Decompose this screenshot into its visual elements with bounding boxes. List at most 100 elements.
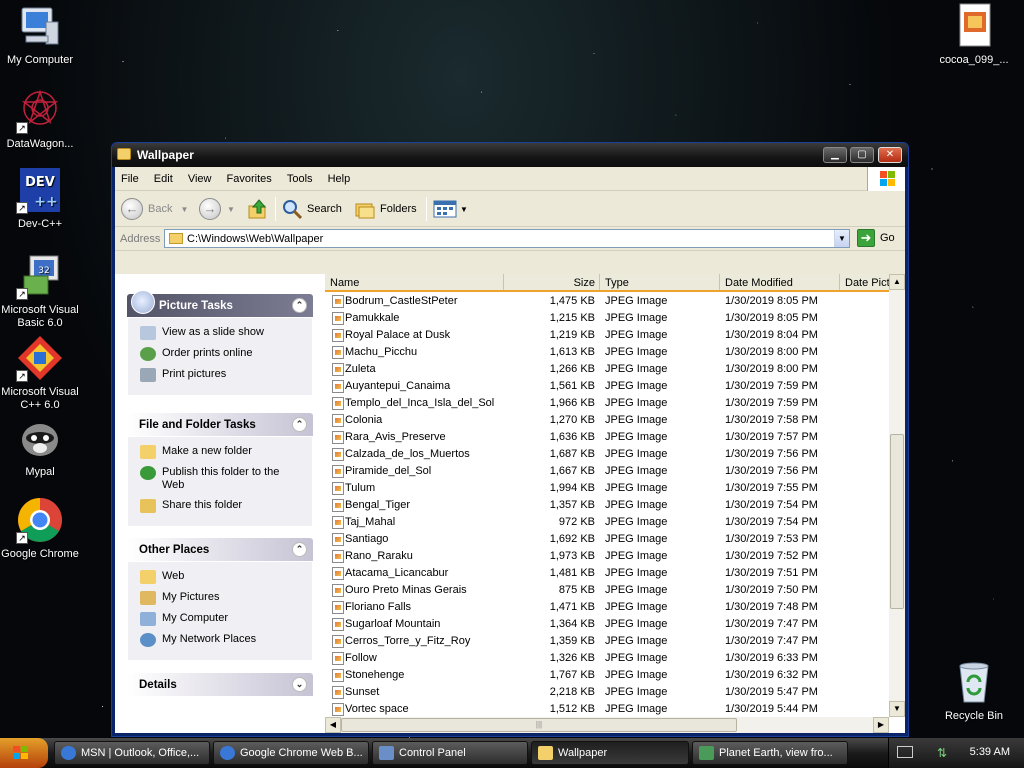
scroll-left-button[interactable]: ◀ bbox=[325, 717, 341, 733]
desktop-icon-mypal[interactable]: Mypal bbox=[0, 414, 80, 479]
task-publish-web[interactable]: Publish this folder to the Web bbox=[140, 466, 304, 492]
close-button[interactable]: ✕ bbox=[878, 147, 902, 163]
network-tray-icon[interactable]: ⇅ bbox=[937, 746, 951, 760]
column-name[interactable]: Name bbox=[325, 274, 504, 290]
taskbar-control-panel[interactable]: Control Panel bbox=[372, 741, 528, 765]
column-type[interactable]: Type bbox=[600, 274, 720, 290]
menu-tools[interactable]: Tools bbox=[281, 167, 319, 185]
collapse-icon[interactable]: ⌃ bbox=[292, 298, 307, 313]
file-type: JPEG Image bbox=[605, 533, 668, 545]
other-places-title: Other Places bbox=[139, 544, 210, 556]
file-row[interactable]: Rara_Avis_Preserve 1,636 KB JPEG Image 1/30… bbox=[325, 429, 891, 446]
window-titlebar[interactable]: Wallpaper ▁ ▢ ✕ bbox=[112, 143, 908, 167]
desktop-icon-datawagon[interactable]: ↗ DataWagon... bbox=[0, 86, 80, 151]
file-row[interactable]: Santiago 1,692 KB JPEG Image 1/30/2019 7:53… bbox=[325, 531, 891, 548]
task-share-folder[interactable]: Share this folder bbox=[140, 499, 304, 513]
clock[interactable]: 5:39 AM bbox=[970, 746, 1010, 758]
desktop-icon-vb6[interactable]: 32 ↗ Microsoft Visual Basic 6.0 bbox=[0, 252, 80, 330]
place-web[interactable]: Web bbox=[140, 570, 304, 584]
column-date-modified[interactable]: Date Modified bbox=[720, 274, 840, 290]
collapse-icon[interactable]: ⌃ bbox=[292, 417, 307, 432]
picture-tasks-header[interactable]: Picture Tasks ⌃ bbox=[127, 290, 313, 317]
address-input[interactable]: C:\Windows\Web\Wallpaper ▼ bbox=[164, 229, 850, 248]
folders-button[interactable]: Folders bbox=[354, 197, 417, 221]
chevron-down-icon[interactable]: ▼ bbox=[460, 205, 468, 214]
task-slideshow[interactable]: View as a slide show bbox=[140, 326, 304, 340]
menu-help[interactable]: Help bbox=[322, 167, 357, 185]
menu-view[interactable]: View bbox=[182, 167, 218, 185]
desktop-icon-recycle-bin[interactable]: Recycle Bin bbox=[934, 658, 1014, 723]
forward-button[interactable]: → ▼ bbox=[199, 197, 235, 221]
column-date-picture[interactable]: Date Pict bbox=[840, 274, 891, 290]
file-row[interactable]: Stonehenge 1,767 KB JPEG Image 1/30/2019 6:… bbox=[325, 667, 891, 684]
file-row[interactable]: Vortec space 1,512 KB JPEG Image 1/30/2019 … bbox=[325, 701, 891, 718]
ie-icon bbox=[61, 746, 76, 760]
desktop-icon-dev-cpp[interactable]: DEV ++ ↗ Dev-C++ bbox=[0, 166, 80, 231]
vertical-scroll-thumb[interactable] bbox=[890, 434, 904, 609]
place-my-pictures[interactable]: My Pictures bbox=[140, 591, 304, 605]
file-row[interactable]: Rano_Raraku 1,973 KB JPEG Image 1/30/2019 7… bbox=[325, 548, 891, 565]
file-row[interactable]: Machu_Picchu 1,613 KB JPEG Image 1/30/2019 … bbox=[325, 344, 891, 361]
details-header[interactable]: Details ⌄ bbox=[127, 673, 313, 696]
desktop-icon-cocoa-file[interactable]: cocoa_099_... bbox=[934, 2, 1014, 67]
desktop-icon-vc6[interactable]: ↗ Microsoft Visual C++ 6.0 bbox=[0, 334, 80, 412]
back-button[interactable]: ← Back ▼ bbox=[121, 197, 188, 221]
scroll-up-button[interactable]: ▲ bbox=[889, 274, 905, 290]
file-row[interactable]: Piramide_del_Sol 1,667 KB JPEG Image 1/30/2… bbox=[325, 463, 891, 480]
start-button[interactable] bbox=[0, 738, 48, 768]
file-row[interactable]: Templo_del_Inca_Isla_del_Sol 1,966 KB JPEG… bbox=[325, 395, 891, 412]
file-row[interactable]: Taj_Mahal 972 KB JPEG Image 1/30/2019 7:54 … bbox=[325, 514, 891, 531]
minimize-button[interactable]: ▁ bbox=[823, 147, 847, 163]
column-size[interactable]: Size bbox=[504, 274, 600, 290]
file-row[interactable]: Sugarloaf Mountain 1,364 KB JPEG Image 1/30… bbox=[325, 616, 891, 633]
file-row[interactable]: Follow 1,326 KB JPEG Image 1/30/2019 6:33 P… bbox=[325, 650, 891, 667]
desktop-icon-my-computer[interactable]: My Computer bbox=[0, 2, 80, 67]
file-row[interactable]: Pamukkale 1,215 KB JPEG Image 1/30/2019 8:0… bbox=[325, 310, 891, 327]
collapse-icon[interactable]: ⌃ bbox=[292, 542, 307, 557]
vertical-scrollbar[interactable]: ▲ ▼ bbox=[889, 274, 905, 717]
file-row[interactable]: Cerros_Torre_y_Fitz_Roy 1,359 KB JPEG Imag… bbox=[325, 633, 891, 650]
menu-edit[interactable]: Edit bbox=[148, 167, 179, 185]
file-type: JPEG Image bbox=[605, 397, 668, 409]
scroll-right-button[interactable]: ▶ bbox=[873, 717, 889, 733]
address-dropdown-button[interactable]: ▼ bbox=[834, 230, 849, 247]
file-row[interactable]: Zuleta 1,266 KB JPEG Image 1/30/2019 8:00 P… bbox=[325, 361, 891, 378]
keyboard-icon[interactable] bbox=[897, 746, 913, 758]
taskbar-msn[interactable]: MSN | Outlook, Office,... bbox=[54, 741, 210, 765]
file-row[interactable]: Ouro Preto Minas Gerais 875 KB JPEG Image 1… bbox=[325, 582, 891, 599]
file-row[interactable]: Floriano Falls 1,471 KB JPEG Image 1/30/201… bbox=[325, 599, 891, 616]
menu-favorites[interactable]: Favorites bbox=[221, 167, 278, 185]
file-row[interactable]: Tulum 1,994 KB JPEG Image 1/30/2019 7:55 PM bbox=[325, 480, 891, 497]
desktop-icon-google-chrome[interactable]: ↗ Google Chrome bbox=[0, 496, 80, 561]
taskbar-wallpaper[interactable]: Wallpaper bbox=[531, 741, 689, 765]
place-my-computer[interactable]: My Computer bbox=[140, 612, 304, 626]
file-row[interactable]: Bengal_Tiger 1,357 KB JPEG Image 1/30/2019 … bbox=[325, 497, 891, 514]
chevron-down-icon[interactable]: ▼ bbox=[227, 205, 235, 214]
menu-file[interactable]: File bbox=[115, 167, 145, 185]
file-row[interactable]: Bodrum_CastleStPeter 1,475 KB JPEG Image 1/… bbox=[325, 293, 891, 310]
other-places-header[interactable]: Other Places ⌃ bbox=[127, 538, 313, 561]
file-row[interactable]: Calzada_de_los_Muertos 1,687 KB JPEG Image… bbox=[325, 446, 891, 463]
file-row[interactable]: Royal Palace at Dusk 1,219 KB JPEG Image 1/… bbox=[325, 327, 891, 344]
file-row[interactable]: Auyantepui_Canaima 1,561 KB JPEG Image 1/30… bbox=[325, 378, 891, 395]
place-network[interactable]: My Network Places bbox=[140, 633, 304, 647]
search-button[interactable]: Search bbox=[281, 197, 342, 221]
task-print-pictures[interactable]: Print pictures bbox=[140, 368, 304, 382]
task-new-folder[interactable]: Make a new folder bbox=[140, 445, 304, 459]
go-button[interactable]: ➜ Go bbox=[857, 229, 895, 247]
taskbar-chrome[interactable]: Google Chrome Web B... bbox=[213, 741, 369, 765]
file-folder-tasks-header[interactable]: File and Folder Tasks ⌃ bbox=[127, 413, 313, 436]
file-row[interactable]: Sunset 2,218 KB JPEG Image 1/30/2019 5:47 P… bbox=[325, 684, 891, 701]
task-order-prints[interactable]: Order prints online bbox=[140, 347, 304, 361]
horizontal-scrollbar[interactable]: ◀ ||| ▶ bbox=[325, 717, 889, 733]
file-row[interactable]: Atacama_Licancabur 1,481 KB JPEG Image 1/30… bbox=[325, 565, 891, 582]
scroll-down-button[interactable]: ▼ bbox=[889, 701, 905, 717]
views-button[interactable]: ▼ bbox=[433, 197, 468, 221]
file-row[interactable]: Colonia 1,270 KB JPEG Image 1/30/2019 7:58 … bbox=[325, 412, 891, 429]
expand-icon[interactable]: ⌄ bbox=[292, 677, 307, 692]
taskbar-planet-earth[interactable]: Planet Earth, view fro... bbox=[692, 741, 848, 765]
up-folder-button[interactable] bbox=[247, 197, 269, 221]
chevron-down-icon[interactable]: ▼ bbox=[180, 205, 188, 214]
horizontal-scroll-thumb[interactable]: ||| bbox=[341, 718, 737, 732]
maximize-button[interactable]: ▢ bbox=[850, 147, 874, 163]
